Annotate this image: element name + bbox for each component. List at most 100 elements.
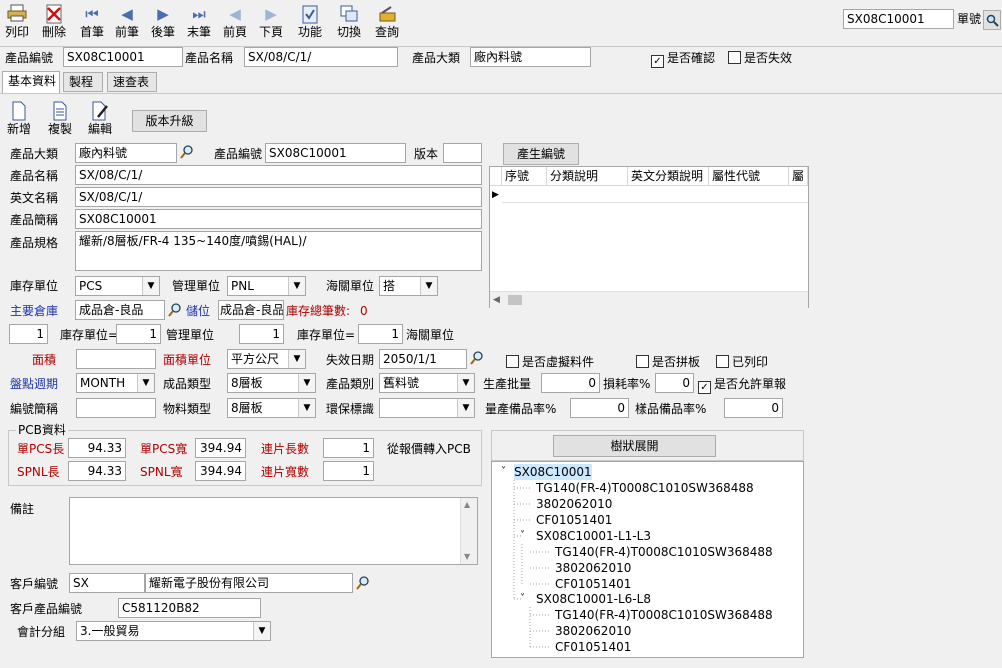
edit-button[interactable]: 編輯 [85,101,115,139]
prev-page-button[interactable]: ◀ 前頁 [221,4,249,42]
area-input[interactable] [76,349,156,369]
spnl-width-input[interactable]: 394.94 [195,461,246,481]
pcs-width-input[interactable]: 394.94 [195,438,246,458]
scroll-down-icon[interactable]: ▼ [464,552,470,562]
remark-textarea[interactable]: ▲ ▼ [69,497,478,565]
short-name-input[interactable]: SX08C10001 [75,209,482,229]
tree-node-group[interactable]: SX08C10001-L6-L8 [536,591,651,607]
tree-node[interactable]: CF01051401 [536,512,612,528]
horizontal-scrollbar[interactable]: ◀ [490,291,808,308]
tree-node-root[interactable]: SX08C10001 [514,464,592,480]
print-button[interactable]: 列印 [3,4,31,42]
mgmt-unit-select[interactable]: PNL ▼ [227,276,306,296]
main-warehouse-input[interactable]: 成品倉-良品 [75,300,165,320]
next-page-button[interactable]: ▶ 下頁 [257,4,285,42]
material-type-select[interactable]: 8層板 ▼ [227,398,316,418]
version-upgrade-button[interactable]: 版本升級 [132,110,207,132]
tree-node[interactable]: TG140(FR-4)T0008C1010SW368488 [536,480,754,496]
first-record-button[interactable]: ⏮ 首筆 [78,4,106,42]
next-record-button[interactable]: ▶ 後筆 [149,4,177,42]
tab-quick-lookup[interactable]: 速查表 [107,72,157,92]
chevron-down-icon[interactable]: ˅ [520,528,525,544]
customer-part-input[interactable]: C581120B82 [118,598,261,618]
tree-node[interactable]: CF01051401 [555,576,631,592]
customer-code-input[interactable]: SX [69,573,145,593]
virtual-item-checkbox[interactable]: 是否虛擬料件 [506,354,594,370]
scroll-up-icon[interactable]: ▲ [464,500,470,510]
location-input[interactable]: 成品倉-良品 [218,300,284,320]
search-icon[interactable] [180,145,194,159]
product-code-input[interactable]: SX08C10001 [63,47,183,67]
env-mark-select[interactable]: ▼ [379,398,475,418]
confirmed-checkbox[interactable]: ✓ 是否確認 [651,50,715,68]
tree-node[interactable]: TG140(FR-4)T0008C1010SW368488 [555,544,773,560]
tab-process[interactable]: 製程 [63,72,103,92]
category-input[interactable]: 廠內料號 [75,143,177,163]
version-input[interactable] [443,143,482,163]
conversion-stock-qty[interactable]: 1 [9,324,48,344]
product-name-input[interactable]: SX/08/C/1/ [244,47,398,67]
panel-checkbox[interactable]: 是否拼板 [636,354,700,370]
code-short-input[interactable] [76,398,156,418]
length-count-input[interactable]: 1 [323,438,374,458]
tree-node-group[interactable]: SX08C10001-L1-L3 [536,528,651,544]
scroll-left-icon[interactable]: ◀ [493,292,500,308]
category-input[interactable]: 廠內料號 [470,47,591,67]
stock-unit-select[interactable]: PCS ▼ [75,276,160,296]
table-row[interactable] [502,186,808,203]
loss-rate-input[interactable]: 0 [655,373,694,393]
vertical-scrollbar[interactable]: ▲ ▼ [460,498,477,564]
doc-search-button[interactable] [983,10,1001,30]
customer-name-input[interactable]: 耀新電子股份有限公司 [145,573,353,593]
last-record-button[interactable]: ⏭ 末筆 [185,4,213,42]
tab-basic-info[interactable]: 基本資料 [2,71,60,93]
accounting-group-select[interactable]: 3.一般貿易 ▼ [76,621,271,641]
code-input[interactable]: SX08C10001 [265,143,406,163]
spec-input[interactable]: 耀新/8層板/FR-4 135~140度/噴錫(HAL)/ [75,231,482,271]
product-class-select[interactable]: 舊料號 ▼ [379,373,475,393]
search-icon[interactable] [356,576,370,590]
product-type-select[interactable]: 8層板 ▼ [227,373,316,393]
add-button[interactable]: 新增 [4,101,34,139]
grid-header[interactable]: 屬性代號 [709,167,789,186]
function-button[interactable]: 功能 [295,4,325,42]
conversion-stock2-qty[interactable]: 1 [239,324,284,344]
batch-input[interactable]: 0 [541,373,600,393]
sample-rate-input[interactable]: 0 [724,398,783,418]
tree-node[interactable]: 3802062010 [555,623,631,639]
generate-code-button[interactable]: 產生編號 [503,143,579,165]
chevron-down-icon[interactable]: ˅ [501,464,506,480]
tree-node[interactable]: 3802062010 [555,560,631,576]
delete-button[interactable]: 刪除 [40,4,68,42]
switch-button[interactable]: 切換 [334,4,364,42]
invalid-checkbox[interactable]: 是否失效 [728,50,792,66]
scroll-thumb[interactable] [508,295,522,305]
grid-header[interactable]: 屬 [789,167,808,186]
copy-button[interactable]: 複製 [45,101,75,139]
tree-expand-button[interactable]: 樹狀展開 [553,435,716,457]
name-input[interactable]: SX/08/C/1/ [75,165,482,185]
customs-unit-select[interactable]: 搭 ▼ [379,276,438,296]
chevron-down-icon[interactable]: ˅ [520,591,525,607]
expiry-input[interactable]: 2050/1/1 [379,349,467,369]
area-unit-select[interactable]: 平方公尺 ▼ [227,349,306,369]
count-cycle-select[interactable]: MONTH ▼ [76,373,155,393]
query-button[interactable]: 查詢 [372,4,402,42]
grid-header[interactable]: 序號 [502,167,547,186]
spnl-length-input[interactable]: 94.33 [68,461,126,481]
doc-no-input[interactable]: SX08C10001 [843,9,954,29]
grid-header[interactable]: 英文分類說明 [628,167,709,186]
english-name-input[interactable]: SX/08/C/1/ [75,187,482,207]
conversion-mgmt-qty[interactable]: 1 [116,324,161,344]
tree-node[interactable]: 3802062010 [536,496,612,512]
printed-checkbox[interactable]: 已列印 [716,354,768,370]
conversion-customs-qty[interactable]: 1 [358,324,403,344]
search-icon[interactable] [470,351,484,365]
attribute-grid[interactable]: 序號 分類說明 英文分類說明 屬性代號 屬 ▶ ◀ [489,166,809,308]
tree-node[interactable]: TG140(FR-4)T0008C1010SW368488 [555,607,773,623]
pcs-length-input[interactable]: 94.33 [68,438,126,458]
bom-tree[interactable]: ˅ SX08C10001 TG140(FR-4)T0008C1010SW3684… [491,461,804,658]
width-count-input[interactable]: 1 [323,461,374,481]
yield-rate-input[interactable]: 0 [570,398,629,418]
import-from-quote-link[interactable]: 從報價轉入PCB [387,440,471,458]
